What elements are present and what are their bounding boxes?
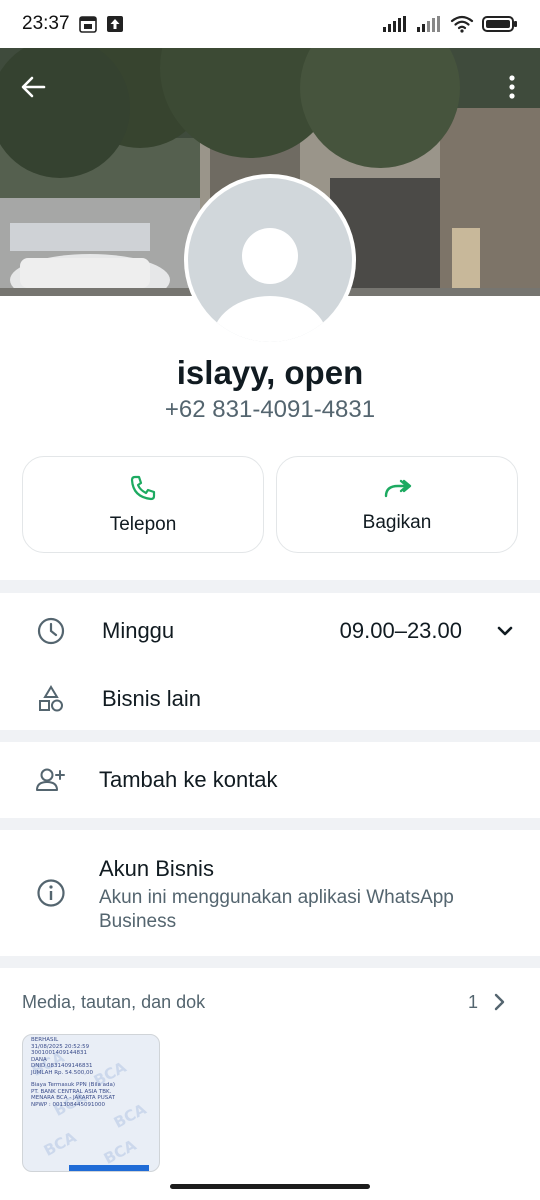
battery-full-icon xyxy=(482,16,517,32)
media-section-title[interactable]: Media, tautan, dan dok xyxy=(22,992,205,1013)
business-account-section[interactable]: Akun Bisnis Akun ini menggunakan aplikas… xyxy=(0,830,540,956)
business-hours-row[interactable]: Minggu 09.00–23.00 xyxy=(0,609,540,653)
chevron-down-icon[interactable] xyxy=(494,620,516,642)
signal-icon xyxy=(383,16,406,32)
shapes-icon xyxy=(39,685,63,712)
thumbnail-watermark: BCA xyxy=(40,1128,80,1160)
business-info-section: Minggu 09.00–23.00 Bisnis lain xyxy=(0,593,540,730)
back-button[interactable] xyxy=(18,72,48,102)
other-business-label: Bisnis lain xyxy=(102,686,202,711)
thumbnail-watermark: BCA xyxy=(100,1136,140,1168)
signal-icon-2 xyxy=(417,16,440,32)
add-contact-row[interactable]: Tambah ke kontak xyxy=(0,758,540,802)
share-button-label: Bagikan xyxy=(362,511,432,533)
contact-name: islayy, open xyxy=(176,354,364,391)
video-recorder-notification-icon xyxy=(78,16,97,33)
phone-icon xyxy=(130,475,156,500)
add-contact-section: Tambah ke kontak xyxy=(0,742,540,818)
add-person-icon xyxy=(36,768,65,791)
media-count[interactable]: 1 xyxy=(468,992,478,1013)
more-vert-icon[interactable] xyxy=(504,72,520,102)
chevron-right-icon[interactable] xyxy=(490,992,508,1012)
add-contact-label: Tambah ke kontak xyxy=(99,767,278,792)
status-time: 23:37 xyxy=(22,13,70,34)
thumbnail-watermark: BCA xyxy=(110,1100,150,1132)
call-button[interactable]: Telepon xyxy=(22,456,264,553)
home-indicator[interactable] xyxy=(170,1184,370,1189)
info-icon xyxy=(37,879,65,907)
status-bar: 23:37 xyxy=(0,0,540,48)
hours-day: Minggu xyxy=(102,618,175,643)
media-thumbnail[interactable]: BCA BCA BCA BCA BCA BCA BERHASIL 31/08/2… xyxy=(22,1034,160,1172)
share-forward-icon xyxy=(384,479,412,497)
upload-notification-icon xyxy=(106,16,123,32)
media-section: Media, tautan, dan dok 1 BCA BCA BCA BCA… xyxy=(0,968,540,1200)
thumbnail-button-bar xyxy=(69,1165,149,1171)
contact-phone: +62 831-4091-4831 xyxy=(164,396,376,423)
default-avatar-icon xyxy=(188,178,352,342)
wifi-icon xyxy=(450,15,474,33)
business-account-description: Akun ini menggunakan aplikasi WhatsApp B… xyxy=(99,887,454,932)
avatar[interactable] xyxy=(184,174,356,346)
thumbnail-receipt-text: BERHASIL 31/08/2025 20:52:59 30010014091… xyxy=(31,1037,116,1108)
other-business-row[interactable]: Bisnis lain xyxy=(0,677,540,721)
clock-icon xyxy=(37,617,65,645)
business-account-title: Akun Bisnis xyxy=(99,856,214,881)
hours-time: 09.00–23.00 xyxy=(339,618,462,643)
share-button[interactable]: Bagikan xyxy=(276,456,518,553)
call-button-label: Telepon xyxy=(109,513,177,535)
